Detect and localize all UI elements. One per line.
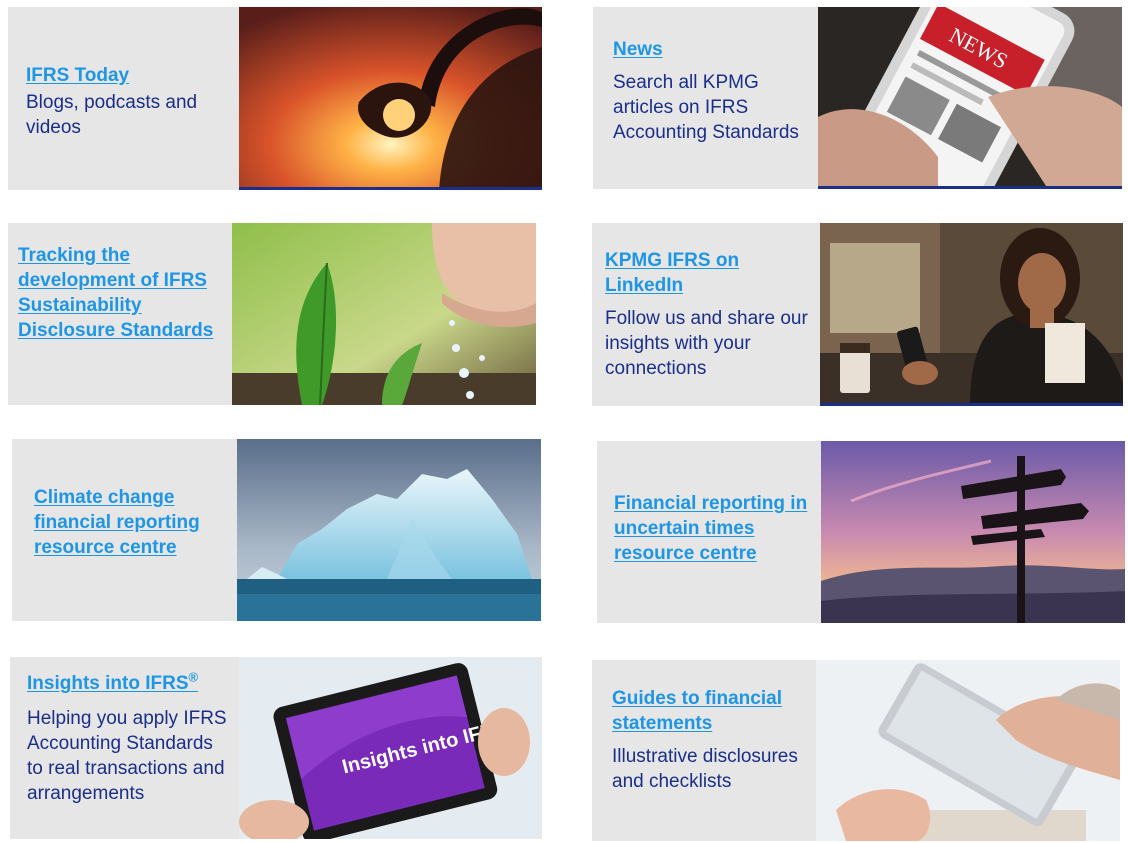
card-climate-change[interactable]: Climate change financial reporting resou… <box>12 439 541 621</box>
registered-mark: ® <box>188 669 199 685</box>
water-leaf-image <box>232 223 536 405</box>
news-link[interactable]: News <box>613 37 813 62</box>
card-sustainability-standards[interactable]: Tracking the development of IFRS Sustain… <box>8 223 536 405</box>
card-guides-financial-statements[interactable]: Guides to financial statements Illustrat… <box>592 660 1120 841</box>
climate-change-link[interactable]: Climate change financial reporting resou… <box>34 485 234 560</box>
signpost-sunset-image <box>821 441 1125 623</box>
news-phone-image: NEWS <box>818 7 1122 189</box>
guides-description: Illustrative disclosures and checklists <box>612 746 798 792</box>
ifrs-today-link[interactable]: IFRS Today <box>26 63 231 88</box>
card-linkedin[interactable]: KPMG IFRS on LinkedIn Follow us and shar… <box>592 223 1123 406</box>
ifrs-today-description: Blogs, podcasts and videos <box>26 92 198 138</box>
sustainability-standards-link[interactable]: Tracking the development of IFRS Sustain… <box>18 243 230 343</box>
headphones-sunset-image <box>239 7 542 190</box>
news-description: Search all KPMG articles on IFRS Account… <box>613 72 799 143</box>
guides-financial-statements-link[interactable]: Guides to financial statements <box>612 686 812 736</box>
hands-tablet-image <box>816 660 1120 841</box>
woman-phone-cafe-image <box>820 223 1123 406</box>
tablet-insights-image: Insights into IFRS <box>239 657 542 839</box>
uncertain-times-link[interactable]: Financial reporting in uncertain times r… <box>614 491 819 566</box>
insights-title-text: Insights into IFRS <box>27 673 189 694</box>
card-insights-into-ifrs[interactable]: Insights into IFRS® Helping you apply IF… <box>10 657 542 839</box>
linkedin-link[interactable]: KPMG IFRS on LinkedIn <box>605 248 815 298</box>
linkedin-description: Follow us and share our insights with yo… <box>605 308 808 379</box>
card-news[interactable]: News Search all KPMG articles on IFRS Ac… <box>593 7 1122 189</box>
insights-into-ifrs-link[interactable]: Insights into IFRS® <box>27 671 232 696</box>
card-ifrs-today[interactable]: IFRS Today Blogs, podcasts and videos <box>8 7 542 190</box>
iceberg-image <box>237 439 541 621</box>
insights-description: Helping you apply IFRS Accounting Standa… <box>27 708 227 804</box>
card-uncertain-times[interactable]: Financial reporting in uncertain times r… <box>597 441 1125 623</box>
